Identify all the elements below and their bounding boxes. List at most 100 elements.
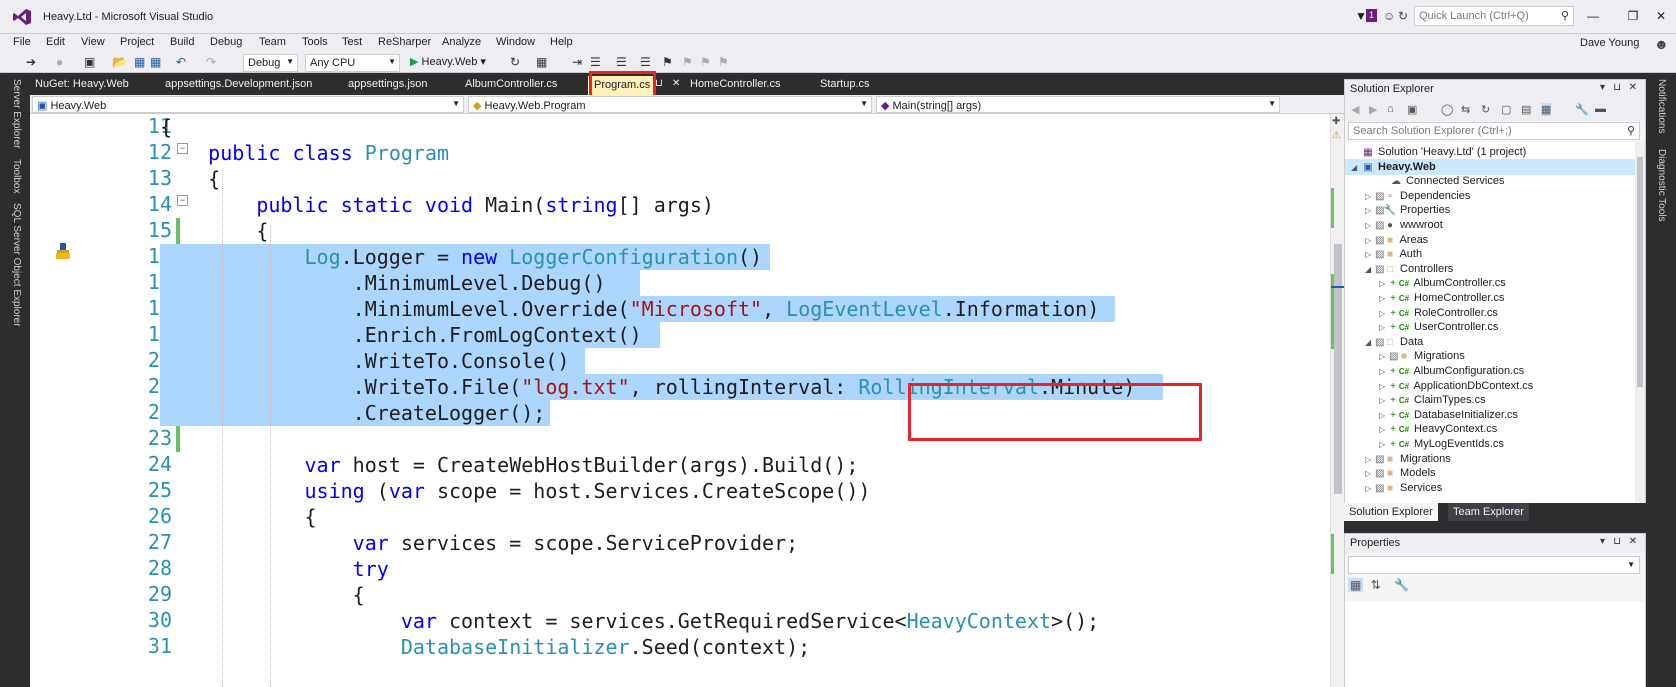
uncomment-icon[interactable]: ☰ [640, 55, 651, 69]
properties-wrench-icon[interactable]: 🔧 [1575, 103, 1589, 116]
tab-solution-explorer[interactable]: Solution Explorer [1344, 503, 1438, 521]
redo-icon[interactable]: ↷ [206, 55, 216, 69]
scrollbar-thumb[interactable] [1637, 157, 1643, 387]
tree-item[interactable]: ▷ ▨ ● wwwroot [1345, 217, 1635, 233]
start-debugging-button[interactable]: ▶ Heavy.Web ▾ [410, 55, 486, 68]
tab-startup-cs[interactable]: Startup.cs [820, 78, 870, 90]
menu-project[interactable]: Project [120, 36, 154, 48]
menu-resharper[interactable]: ReSharper [378, 36, 431, 48]
window-position-icon[interactable]: ▾ [1600, 536, 1605, 547]
user-name[interactable]: Dave Young [1580, 37, 1639, 49]
editor-vertical-scrollbar[interactable]: ✚ ⚠ [1330, 114, 1345, 687]
tree-item[interactable]: ▷ + C# UserController.cs [1345, 319, 1635, 335]
menu-help[interactable]: Help [550, 36, 573, 48]
tree-item[interactable]: ▷ ▨ ■ Migrations [1345, 451, 1635, 467]
feedback-icon[interactable]: ☺ [1383, 9, 1395, 23]
quick-actions-brush-icon[interactable] [54, 242, 72, 260]
navigate-forward-icon[interactable]: ● [56, 55, 63, 69]
minimize-button[interactable]: — [1580, 6, 1606, 26]
expand-closed-icon[interactable]: ▷ [1365, 481, 1375, 497]
tree-item[interactable]: ▷ + C# AlbumController.cs [1345, 275, 1635, 291]
menu-edit[interactable]: Edit [46, 36, 65, 48]
categorized-icon[interactable]: ▦ [1348, 578, 1364, 592]
tab-home-controller[interactable]: HomeController.cs [690, 78, 780, 90]
minimize-icon[interactable]: ▬ [1595, 103, 1606, 115]
property-pages-icon[interactable]: 🔧 [1394, 578, 1409, 592]
tab-appsettings-development-json[interactable]: appsettings.Development.json [165, 78, 312, 90]
solution-tree-scrollbar[interactable] [1635, 142, 1645, 504]
tree-item[interactable]: ▷ + C# HeavyContext.cs [1345, 421, 1635, 437]
tree-item[interactable]: ▷ + C# AlbumConfiguration.cs [1345, 363, 1635, 379]
tab-team-explorer[interactable]: Team Explorer [1448, 503, 1529, 521]
tree-item[interactable]: ▷ ▨ ■ Models [1345, 465, 1635, 481]
tree-item[interactable]: ▷ ▨ ▫ Dependencies [1345, 188, 1635, 204]
forward-icon[interactable]: ▶ [1369, 103, 1377, 116]
tree-item[interactable]: ▦ Solution 'Heavy.Ltd' (1 project) [1345, 144, 1635, 160]
notification-count-badge[interactable]: 1 [1366, 9, 1378, 22]
switch-views-icon[interactable]: ▣ [1407, 103, 1417, 116]
previous-bookmark-icon[interactable]: ⚑ [682, 55, 693, 69]
undo-icon[interactable]: ↶ [176, 55, 186, 69]
live-share-icon[interactable]: ↻ [1398, 9, 1408, 23]
split-icon[interactable]: ✚ [1332, 116, 1340, 127]
tree-item[interactable]: ▷ + C# RoleController.cs [1345, 305, 1635, 321]
tree-item[interactable]: ▷ ▨ ■ Migrations [1345, 348, 1635, 364]
sql-server-object-explorer-tab[interactable]: SQL Server Object Explorer [11, 203, 22, 327]
collapse-all-icon[interactable]: ▢ [1501, 103, 1511, 116]
window-position-icon[interactable]: ▾ [1600, 82, 1605, 93]
notifications-tab[interactable]: Notifications [1656, 79, 1667, 133]
menu-test[interactable]: Test [342, 36, 362, 48]
save-icon[interactable]: ▦ [134, 55, 145, 69]
tree-item[interactable]: ▷ + C# DatabaseInitializer.cs [1345, 407, 1635, 423]
member-select[interactable]: ◆ Main(string[] args) ▼ [876, 96, 1280, 113]
warning-icon[interactable]: ⚠ [1332, 130, 1341, 141]
menu-team[interactable]: Team [259, 36, 286, 48]
tree-item[interactable]: ☁ Connected Services [1345, 173, 1635, 189]
solution-configuration-select[interactable]: Debug ▼ [243, 54, 298, 72]
pending-changes-filter-icon[interactable]: ◯ [1441, 103, 1453, 116]
tree-item[interactable]: ▷ + C# MyLogEventIds.cs [1345, 436, 1635, 452]
menu-tools[interactable]: Tools [302, 36, 328, 48]
tab-album-controller[interactable]: AlbumController.cs [465, 78, 557, 90]
tree-item[interactable]: ▷ ▨🔧 Properties [1345, 202, 1635, 218]
comment-icon[interactable]: ☰ [616, 55, 627, 69]
tree-item[interactable]: ◢ ▨ □ Controllers [1345, 261, 1635, 277]
menu-view[interactable]: View [81, 36, 105, 48]
quick-launch-input[interactable]: Quick Launch (Ctrl+Q) ⚲ [1414, 6, 1574, 26]
close-tab-icon[interactable]: ✕ [672, 78, 680, 89]
home-icon[interactable]: ⌂ [1387, 103, 1394, 115]
menu-window[interactable]: Window [496, 36, 535, 48]
properties-object-select[interactable]: ▼ [1348, 556, 1640, 574]
solution-explorer-search-input[interactable]: Search Solution Explorer (Ctrl+;) ⚲ [1348, 122, 1640, 140]
clear-bookmarks-icon[interactable]: ⚑ [718, 55, 729, 69]
browser-link-icon[interactable]: ▦ [536, 55, 547, 69]
toolbox-tab[interactable]: Toolbox [11, 159, 22, 193]
solution-tree[interactable]: ▦ Solution 'Heavy.Ltd' (1 project) ◢ ▣ Hea… [1345, 142, 1635, 504]
project-select[interactable]: ▣ Heavy.Web ▼ [32, 96, 464, 113]
back-icon[interactable]: ◀ [1351, 103, 1359, 116]
menu-analyze[interactable]: Analyze [442, 36, 481, 48]
close-button[interactable]: ✕ [1648, 6, 1674, 26]
pin-icon[interactable]: ⊔ [655, 78, 663, 89]
menu-debug[interactable]: Debug [210, 36, 242, 48]
pin-icon[interactable]: ⊔ [1613, 82, 1621, 93]
properties-grid[interactable] [1345, 602, 1645, 687]
refresh-icon[interactable]: ↻ [510, 55, 520, 69]
restore-button[interactable]: ❐ [1620, 6, 1646, 26]
tree-item[interactable]: ◢ ▨ □ Data [1345, 334, 1635, 350]
tab-nuget-heavy-web[interactable]: NuGet: Heavy.Web [35, 78, 129, 90]
next-bookmark-icon[interactable]: ⚑ [700, 55, 711, 69]
tree-item[interactable]: ▷ ▨ ■ Areas [1345, 232, 1635, 248]
menu-file[interactable]: File [13, 36, 31, 48]
server-explorer-tab[interactable]: Server Explorer [11, 79, 22, 148]
diagnostic-tools-tab[interactable]: Diagnostic Tools [1656, 149, 1667, 222]
alphabetical-icon[interactable]: ⇅ [1371, 578, 1381, 592]
tree-item[interactable]: ◢ ▣ Heavy.Web [1345, 158, 1635, 175]
close-icon[interactable]: ✕ [1629, 536, 1637, 547]
solution-platform-select[interactable]: Any CPU ▼ [305, 54, 400, 72]
scrollbar-thumb[interactable] [1334, 244, 1342, 494]
tree-item[interactable]: ▷ ▨ ■ Auth [1345, 246, 1635, 262]
user-avatar-icon[interactable]: ☻ [1654, 36, 1669, 52]
navigate-back-icon[interactable]: ➔ [26, 55, 36, 69]
step-icon[interactable]: ⇥ [572, 55, 582, 69]
